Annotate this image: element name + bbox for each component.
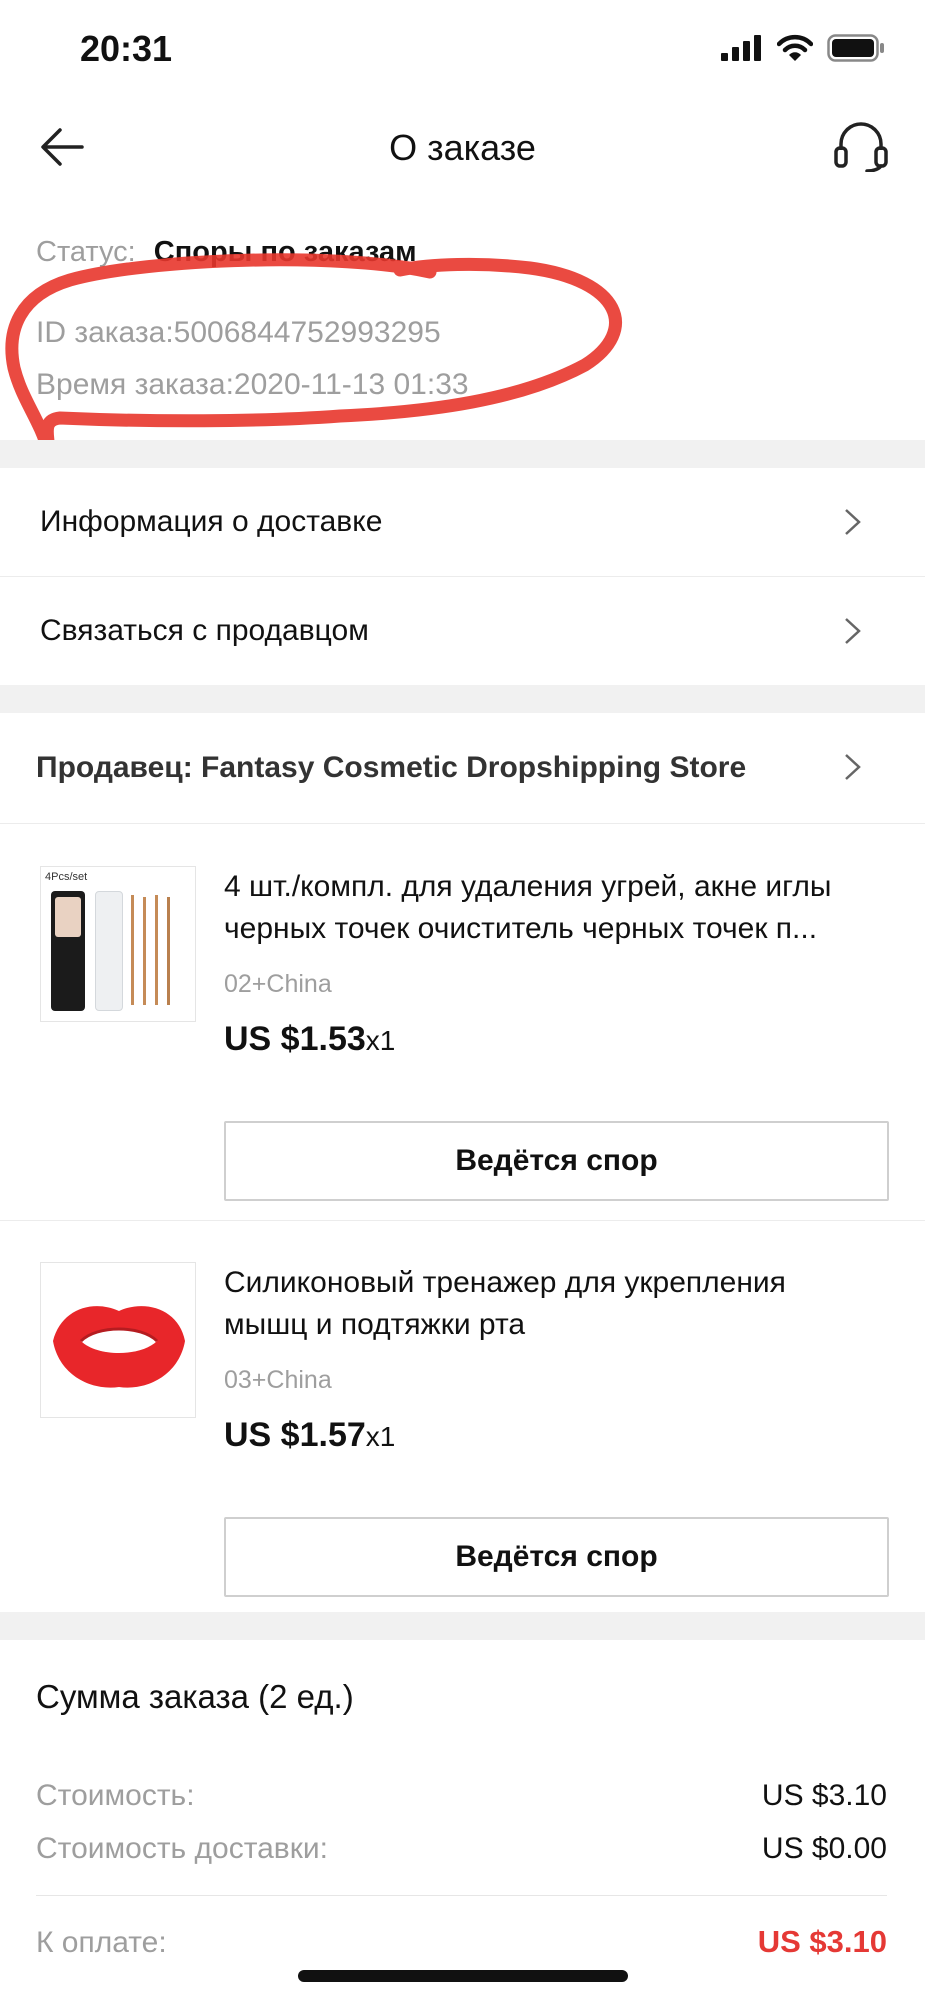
chevron-right-icon — [845, 754, 861, 780]
product-variant: 03+China — [224, 1366, 332, 1394]
dispute-button-label: Ведётся спор — [455, 1540, 658, 1573]
product-image[interactable] — [40, 1262, 196, 1418]
quantity: x1 — [365, 1421, 396, 1452]
section-divider — [0, 685, 925, 713]
cost-label: Стоимость: — [36, 1779, 195, 1812]
shipping-label: Стоимость доставки: — [36, 1832, 328, 1865]
product-title-line[interactable]: мышц и подтяжки рта — [224, 1308, 525, 1342]
list-item[interactable]: Силиконовый тренажер для укрепления мышц… — [0, 1220, 925, 1612]
product-price: US $1.53x1 — [224, 1020, 395, 1059]
chevron-right-icon — [845, 509, 861, 535]
tool — [155, 895, 158, 1005]
red-circle-annotation — [5, 253, 622, 457]
summary-title: Сумма заказа (2 ед.) — [36, 1678, 354, 1715]
thumb-label: 4Pcs/set — [45, 871, 88, 883]
section-divider — [0, 1612, 925, 1640]
total-value: US $3.10 — [757, 1924, 887, 1959]
lip-trainer-image — [53, 1306, 185, 1388]
battery-icon — [827, 34, 884, 62]
wifi-icon — [777, 34, 813, 61]
kit-card — [55, 897, 81, 937]
contact-seller-label: Связаться с продавцом — [40, 614, 369, 647]
status-time: 20:31 — [80, 28, 173, 69]
cost-value: US $3.10 — [761, 1779, 887, 1812]
chevron-right-icon — [845, 618, 861, 644]
dispute-button[interactable]: Ведётся спор — [224, 1121, 889, 1201]
summary-divider — [36, 1895, 887, 1896]
list-item[interactable]: 4Pcs/set 4 шт./компл. для удаления угрей… — [0, 824, 925, 1221]
total-label: К оплате: — [36, 1926, 167, 1959]
product-title-line[interactable]: черных точек очиститель черных точек п..… — [224, 912, 817, 946]
tool — [167, 897, 170, 1005]
section-divider — [0, 440, 925, 468]
headset-support-icon[interactable] — [833, 122, 889, 172]
product-variant: 02+China — [224, 970, 332, 998]
home-indicator — [298, 1970, 628, 1982]
delivery-info-label: Информация о доставке — [40, 505, 383, 538]
contact-seller-link[interactable]: Связаться с продавцом — [0, 577, 925, 685]
quantity: x1 — [365, 1025, 396, 1056]
delivery-info-link[interactable]: Информация о доставке — [0, 468, 925, 577]
price-value: US $1.53 — [224, 1020, 366, 1058]
shipping-value: US $0.00 — [761, 1832, 887, 1865]
product-price: US $1.57x1 — [224, 1416, 395, 1455]
dispute-button-label: Ведётся спор — [455, 1144, 658, 1177]
product-title-line[interactable]: 4 шт./компл. для удаления угрей, акне иг… — [224, 870, 832, 904]
dispute-button[interactable]: Ведётся спор — [224, 1517, 889, 1597]
product-image[interactable]: 4Pcs/set — [40, 866, 196, 1022]
tool — [143, 897, 146, 1005]
product-title-line[interactable]: Силиконовый тренажер для укрепления — [224, 1266, 786, 1300]
page-title: О заказе — [389, 127, 536, 168]
seller-link[interactable]: Продавец: Fantasy Cosmetic Dropshipping … — [0, 713, 925, 824]
status-icons — [721, 34, 885, 62]
tool — [131, 895, 134, 1005]
seller-name: Продавец: Fantasy Cosmetic Dropshipping … — [36, 751, 747, 784]
kit-tray — [95, 891, 123, 1011]
price-value: US $1.57 — [224, 1416, 366, 1454]
signal-icon — [721, 35, 761, 61]
